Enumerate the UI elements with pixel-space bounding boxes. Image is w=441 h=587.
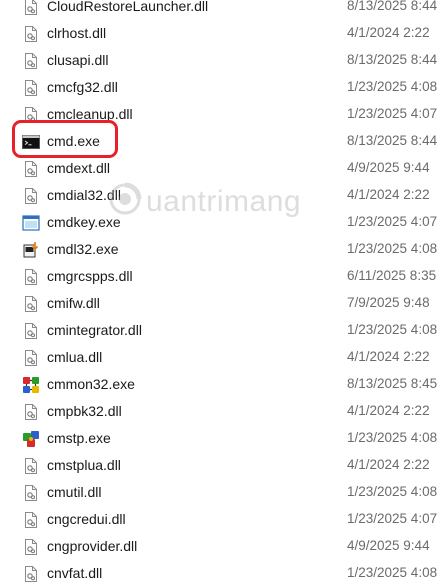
dll-file-icon — [22, 484, 40, 502]
file-row[interactable]: cmmon32.exe 8/13/2025 8:45 — [0, 371, 441, 398]
dll-file-icon — [22, 295, 40, 313]
file-name: cnvfat.dll — [47, 565, 103, 581]
dll-file-icon — [22, 349, 40, 367]
dll-file-icon — [22, 52, 40, 70]
file-date-modified: 4/9/2025 9:44 — [347, 160, 430, 175]
file-row[interactable]: clrhost.dll 4/1/2024 2:22 — [0, 20, 441, 47]
file-date-modified: 4/1/2024 2:22 — [347, 187, 430, 202]
dll-file-icon — [22, 268, 40, 286]
dll-file-icon — [22, 187, 40, 205]
file-name: clrhost.dll — [47, 25, 107, 41]
file-name: cmutil.dll — [47, 484, 102, 500]
connection-monitor-exe-icon — [22, 376, 40, 394]
file-row[interactable]: cmstplua.dll 4/1/2024 2:22 — [0, 452, 441, 479]
dll-file-icon — [22, 403, 40, 421]
file-name: cmstp.exe — [47, 430, 111, 446]
file-date-modified: 1/23/2025 4:08 — [347, 565, 438, 580]
file-row[interactable]: cngprovider.dll 4/9/2025 9:44 — [0, 533, 441, 560]
file-name: cmintegrator.dll — [47, 322, 142, 338]
file-name: clusapi.dll — [47, 52, 109, 68]
file-row[interactable]: cmdl32.exe 1/23/2025 4:08 — [0, 236, 441, 263]
file-row[interactable]: cmintegrator.dll 1/23/2025 4:08 — [0, 317, 441, 344]
file-name: cmd.exe — [47, 133, 100, 149]
file-row[interactable]: cmifw.dll 7/9/2025 9:48 — [0, 290, 441, 317]
file-row[interactable]: cngcredui.dll 1/23/2025 4:07 — [0, 506, 441, 533]
dll-file-icon — [22, 565, 40, 583]
file-name: cmdext.dll — [47, 160, 111, 176]
dll-file-icon — [22, 79, 40, 97]
file-list: CloudRestoreLauncher.dll 8/13/2025 8:44 cl… — [0, 0, 441, 587]
file-row[interactable]: cmgrcspps.dll 6/11/2025 8:35 — [0, 263, 441, 290]
file-name: cmdl32.exe — [47, 241, 119, 257]
window-exe-icon — [22, 214, 40, 232]
file-date-modified: 1/23/2025 4:08 — [347, 430, 438, 445]
file-date-modified: 4/9/2025 9:44 — [347, 538, 430, 553]
file-date-modified: 4/1/2024 2:22 — [347, 25, 430, 40]
file-name: cmlua.dll — [47, 349, 103, 365]
file-row[interactable]: clusapi.dll 8/13/2025 8:44 — [0, 47, 441, 74]
file-date-modified: 4/1/2024 2:22 — [347, 403, 430, 418]
file-date-modified: 8/13/2025 8:44 — [347, 0, 438, 13]
file-date-modified: 1/23/2025 4:07 — [347, 214, 438, 229]
file-name: cngcredui.dll — [47, 511, 126, 527]
file-row[interactable]: cmpbk32.dll 4/1/2024 2:22 — [0, 398, 441, 425]
dll-file-icon — [22, 25, 40, 43]
file-row[interactable]: cmdext.dll 4/9/2025 9:44 — [0, 155, 441, 182]
file-row[interactable]: cmdial32.dll 4/1/2024 2:22 — [0, 182, 441, 209]
file-name: cmmon32.exe — [47, 376, 135, 392]
file-name: cmstplua.dll — [47, 457, 121, 473]
file-name: cmdial32.dll — [47, 187, 121, 203]
profile-installer-exe-icon — [22, 430, 40, 448]
file-date-modified: 1/23/2025 4:07 — [347, 511, 438, 526]
file-date-modified: 1/23/2025 4:08 — [347, 79, 438, 94]
dll-file-icon — [22, 160, 40, 178]
file-date-modified: 1/23/2025 4:08 — [347, 484, 438, 499]
file-date-modified: 4/1/2024 2:22 — [347, 457, 430, 472]
dll-file-icon — [22, 0, 40, 16]
file-name: cmcleanup.dll — [47, 106, 133, 122]
dll-file-icon — [22, 511, 40, 529]
file-name: cmgrcspps.dll — [47, 268, 133, 284]
file-row[interactable]: cmcfg32.dll 1/23/2025 4:08 — [0, 74, 441, 101]
file-date-modified: 8/13/2025 8:44 — [347, 52, 438, 67]
download-exe-icon — [22, 241, 40, 259]
file-name: cngprovider.dll — [47, 538, 138, 554]
file-date-modified: 1/23/2025 4:07 — [347, 106, 438, 121]
file-date-modified: 4/1/2024 2:22 — [347, 349, 430, 364]
file-name: cmifw.dll — [47, 295, 100, 311]
file-date-modified: 8/13/2025 8:44 — [347, 133, 438, 148]
file-date-modified: 7/9/2025 9:48 — [347, 295, 430, 310]
file-row[interactable]: cmutil.dll 1/23/2025 4:08 — [0, 479, 441, 506]
file-date-modified: 6/11/2025 8:35 — [347, 268, 437, 283]
file-row[interactable]: cmstp.exe 1/23/2025 4:08 — [0, 425, 441, 452]
file-name: cmpbk32.dll — [47, 403, 122, 419]
file-name: cmcfg32.dll — [47, 79, 118, 95]
dll-file-icon — [22, 538, 40, 556]
file-row-cmd-exe[interactable]: cmd.exe 8/13/2025 8:44 — [0, 128, 441, 155]
file-name: CloudRestoreLauncher.dll — [47, 0, 209, 14]
file-name: cmdkey.exe — [47, 214, 121, 230]
file-row[interactable]: cmlua.dll 4/1/2024 2:22 — [0, 344, 441, 371]
file-row[interactable]: cmcleanup.dll 1/23/2025 4:07 — [0, 101, 441, 128]
file-date-modified: 8/13/2025 8:45 — [347, 376, 438, 391]
file-row[interactable]: cmdkey.exe 1/23/2025 4:07 — [0, 209, 441, 236]
file-date-modified: 1/23/2025 4:08 — [347, 322, 438, 337]
file-row[interactable]: CloudRestoreLauncher.dll 8/13/2025 8:44 — [0, 0, 441, 20]
dll-file-icon — [22, 106, 40, 124]
dll-file-icon — [22, 457, 40, 475]
dll-file-icon — [22, 322, 40, 340]
file-row[interactable]: cnvfat.dll 1/23/2025 4:08 — [0, 560, 441, 587]
console-exe-icon — [22, 133, 40, 151]
file-date-modified: 1/23/2025 4:08 — [347, 241, 438, 256]
